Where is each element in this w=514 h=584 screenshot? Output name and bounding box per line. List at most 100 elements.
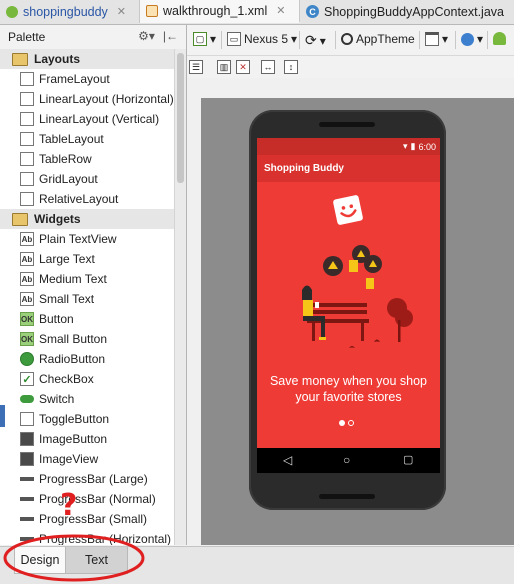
palette-item-label: RadioButton (39, 352, 106, 366)
progress-large-icon (20, 477, 34, 481)
linear-vertical-icon (20, 112, 34, 126)
palette-item[interactable]: RelativeLayout (0, 189, 186, 209)
palette-item[interactable]: OK Button (0, 309, 186, 329)
palette-item-label: LinearLayout (Vertical) (39, 112, 160, 126)
palette-item-label: ProgressBar (Large) (39, 472, 148, 486)
hide-panel-icon[interactable]: |← (163, 29, 178, 43)
recents-icon[interactable]: ▢ (403, 453, 413, 466)
small-button-icon: OK (20, 332, 34, 346)
device-speaker (319, 494, 375, 499)
palette-item[interactable]: ProgressBar (Normal) (0, 489, 186, 509)
device-label: Nexus 5 (244, 32, 289, 46)
palette-item-label: LinearLayout (Horizontal) (39, 92, 174, 106)
question-mark-annotation: ? (60, 488, 78, 523)
palette-item-label: Large Text (39, 252, 95, 266)
palette-item[interactable]: Ab Large Text (0, 249, 186, 269)
palette-item-label: Small Text (39, 292, 95, 306)
device-selector[interactable]: ▭ Nexus 5 ▾ (227, 32, 297, 46)
activity-selector[interactable]: ▾ (425, 32, 448, 46)
dropdown-icon: ▾ (442, 32, 449, 46)
palette-item[interactable]: FrameLayout (0, 69, 186, 89)
theme-selector[interactable]: AppTheme (341, 32, 415, 46)
java-class-icon: C (306, 5, 319, 18)
relative-layout-icon (20, 192, 34, 206)
palette-panel: Palette ⚙▾ |← Layouts FrameLayout LinearLa… (0, 25, 187, 545)
palette-scrollbar[interactable] (174, 49, 186, 545)
palette-title: Palette (8, 30, 46, 44)
locale-selector[interactable]: ▾ (461, 32, 483, 46)
layout-variant-button[interactable]: ▢ ▾ (193, 32, 216, 46)
progress-normal-icon (20, 497, 34, 501)
clear-weights-button[interactable]: ✕ (236, 60, 250, 74)
home-icon[interactable]: ○ (343, 453, 350, 467)
small-text-icon: Ab (20, 292, 34, 306)
page-dot (348, 420, 354, 426)
tab-walkthrough-xml[interactable]: walkthrough_1.xml ✕ (140, 0, 300, 23)
tab-label: ShoppingBuddyAppContext.java (324, 4, 504, 19)
palette-item[interactable]: ✓ CheckBox (0, 369, 186, 389)
page-indicator (339, 420, 354, 426)
tab-shoppingbuddy[interactable]: shoppingbuddy ✕ (0, 0, 140, 23)
back-icon[interactable]: ◁ (283, 453, 292, 467)
caption-line-1: Save money when you shop (269, 374, 428, 388)
toggle-layout-button[interactable]: ☰ (189, 60, 203, 74)
palette-item[interactable]: ProgressBar (Large) (0, 469, 186, 489)
palette-item[interactable]: ImageButton (0, 429, 186, 449)
palette-item[interactable]: ToggleButton (0, 409, 186, 429)
app-bar: Shopping Buddy (257, 155, 440, 182)
walkthrough-caption: Save money when you shop your favorite s… (257, 373, 440, 405)
folder-icon (12, 212, 28, 226)
palette-item[interactable]: ImageView (0, 449, 186, 469)
palette-header: Palette ⚙▾ |← (0, 25, 186, 49)
palette-item[interactable]: Ab Small Text (0, 289, 186, 309)
palette-item[interactable]: TableRow (0, 149, 186, 169)
palette-item-label: TableRow (39, 152, 92, 166)
match-height-button[interactable]: ↕ (284, 60, 298, 74)
palette-item[interactable]: Ab Plain TextView (0, 229, 186, 249)
list-layout-icon: ☰ (189, 60, 203, 74)
palette-item-label: RelativeLayout (39, 192, 119, 206)
navigation-bar: ◁ ○ ▢ (257, 448, 440, 473)
palette-item[interactable]: ProgressBar (Small) (0, 509, 186, 529)
app-logo (333, 195, 363, 225)
page-dot-active (339, 420, 345, 426)
tab-label: walkthrough_1.xml (163, 3, 268, 18)
palette-item[interactable]: LinearLayout (Vertical) (0, 109, 186, 129)
palette-item[interactable]: RadioButton (0, 349, 186, 369)
close-icon[interactable]: ✕ (276, 4, 285, 17)
android-icon (493, 32, 506, 45)
android-module-icon (6, 5, 18, 18)
layout-toolbar: ☰ ▥ ✕ ↔ ↕ (187, 56, 514, 78)
palette-item-label: ImageView (39, 452, 99, 466)
large-text-icon: Ab (20, 252, 34, 266)
table-layout-icon (20, 132, 34, 146)
gear-icon[interactable]: ⚙▾ (138, 29, 155, 43)
palette-item[interactable]: TableLayout (0, 129, 186, 149)
scrollbar-thumb[interactable] (177, 53, 184, 183)
app-title: Shopping Buddy (264, 163, 344, 174)
close-icon[interactable]: ✕ (117, 5, 126, 18)
category-label: Widgets (34, 212, 81, 226)
palette-item[interactable]: LinearLayout (Horizontal) (0, 89, 186, 109)
grid-layout-icon (20, 172, 34, 186)
tab-appcontext-java[interactable]: C ShoppingBuddyAppContext.java (300, 0, 514, 23)
shopping-illustration (302, 245, 413, 348)
palette-category-layouts[interactable]: Layouts (0, 49, 186, 69)
distribute-weights-button[interactable]: ▥ (217, 60, 231, 74)
palette-item[interactable]: Ab Medium Text (0, 269, 186, 289)
palette-item[interactable]: GridLayout (0, 169, 186, 189)
highlight-ellipse-annotation (3, 534, 145, 582)
device-icon: ▭ (227, 32, 241, 46)
button-icon: OK (20, 312, 34, 326)
palette-category-widgets[interactable]: Widgets (0, 209, 186, 229)
api-level-selector[interactable] (493, 32, 506, 45)
wifi-icon: ▾ (402, 141, 408, 151)
orientation-button[interactable]: ⟳ ▾ (305, 32, 326, 49)
medium-text-icon: Ab (20, 272, 34, 286)
match-width-button[interactable]: ↔ (261, 60, 275, 74)
device-screen[interactable]: ▾ ▮ 6:00 Shopping Buddy Save money when … (257, 138, 440, 473)
palette-item[interactable]: Switch (0, 389, 186, 409)
palette-item[interactable]: OK Small Button (0, 329, 186, 349)
status-time: 6:00 (418, 141, 436, 152)
layout-file-icon: ▢ (193, 32, 207, 46)
